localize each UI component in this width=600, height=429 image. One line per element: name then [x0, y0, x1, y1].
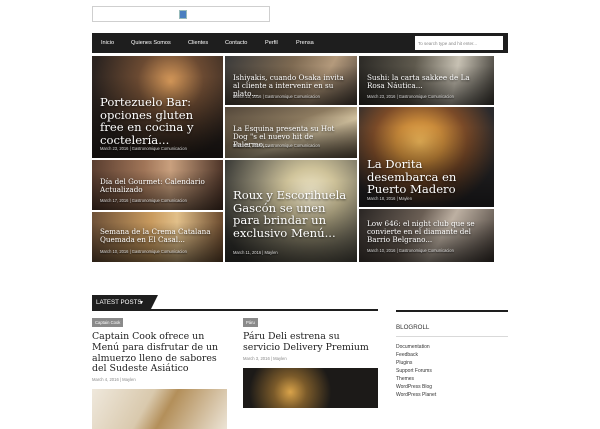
featured-post-title[interactable]: Sushi: la carta sakkee de La Rosa Náutic… [367, 74, 488, 90]
category-tag[interactable]: Páru [243, 318, 258, 327]
blogroll-link[interactable]: Plugins [396, 360, 412, 366]
category-tag[interactable]: Captain Cook [92, 318, 124, 327]
caret-down-icon[interactable]: ▼ [139, 295, 144, 311]
nav-item-perfil[interactable]: Perfil [265, 33, 278, 53]
blogroll-link[interactable]: WordPress Blog [396, 384, 432, 390]
featured-post-meta: March 10, 2016 | Gastronomique Comunicac… [367, 248, 454, 253]
featured-post-card[interactable]: Ishiyakis, cuando Osaka invita al client… [225, 56, 357, 105]
featured-post-card[interactable]: Low 646: el night club que se convierte … [359, 209, 494, 262]
post-meta: March 3, 2016 | Maylen [243, 356, 287, 361]
featured-post-meta: March 23, 2016 | Gastronomique Comunicac… [367, 94, 454, 99]
blogroll-link[interactable]: Themes [396, 376, 414, 382]
featured-post-title[interactable]: La Dorita desembarca en Puerto Madero [367, 158, 488, 196]
featured-post-meta: March 10, 2016 | Gastronomique Comunicac… [100, 249, 187, 254]
featured-post-card[interactable]: Roux y Escorihuela Gascón se unen para b… [225, 160, 357, 262]
nav-item-inicio[interactable]: Inicio [101, 33, 114, 53]
post-image[interactable] [243, 368, 378, 408]
post-meta: March 4, 2016 | Maylen [92, 377, 136, 382]
post-title[interactable]: Captain Cook ofrece un Menú para disfrut… [92, 331, 232, 375]
featured-post-title[interactable]: Low 646: el night club que se convierte … [367, 220, 488, 243]
featured-post-meta: March 11, 2016 | Maylen [233, 250, 278, 255]
divider [396, 336, 508, 337]
divider [396, 310, 508, 312]
blogroll-link[interactable]: Support Forums [396, 368, 432, 374]
post-image[interactable] [92, 389, 227, 429]
featured-post-meta: March 23, 2016 | Gastronomique Comunicac… [100, 146, 187, 151]
featured-post-meta: March 23, 2016 | Gastronomique Comunicac… [233, 94, 320, 99]
featured-post-card[interactable]: Sushi: la carta sakkee de La Rosa Náutic… [359, 56, 494, 105]
blogroll-title: BLOGROLL [396, 324, 430, 331]
latest-posts-header: LATEST POSTS ▼ [92, 295, 378, 311]
featured-grid: Portezuelo Bar: opciones gluten free en … [92, 56, 494, 262]
blogroll-link[interactable]: Feedback [396, 352, 418, 358]
featured-post-title[interactable]: Roux y Escorihuela Gascón se unen para b… [233, 189, 351, 239]
featured-post-title[interactable]: Día del Gourmet: Calendario Actualizado [100, 178, 217, 194]
nav-item-prensa[interactable]: Prensa [296, 33, 314, 53]
search-input[interactable] [415, 36, 503, 50]
featured-post-title[interactable]: Portezuelo Bar: opciones gluten free en … [100, 96, 217, 146]
featured-post-card[interactable]: Día del Gourmet: Calendario Actualizado … [92, 160, 223, 210]
featured-post-card[interactable]: Semana de la Crema Catalana Quemada en E… [92, 212, 223, 262]
nav-item-contacto[interactable]: Contacto [225, 33, 247, 53]
featured-post-card[interactable]: La Esquina presenta su Hot Dog "s el nue… [225, 107, 357, 158]
featured-post-meta: March 17, 2016 | Gastronomique Comunicac… [100, 198, 187, 203]
latest-posts-title: LATEST POSTS [96, 299, 142, 306]
featured-post-title[interactable]: Semana de la Crema Catalana Quemada en E… [100, 228, 217, 244]
post-title[interactable]: Páru Deli estrena su servicio Delivery P… [243, 331, 378, 354]
featured-post-meta: March 22, 2016 | Gastronomique Comunicac… [233, 143, 320, 148]
broken-image-icon [179, 10, 187, 19]
nav-item-clientes[interactable]: Clientes [188, 33, 208, 53]
featured-post-card[interactable]: Portezuelo Bar: opciones gluten free en … [92, 56, 223, 158]
featured-post-card[interactable]: La Dorita desembarca en Puerto Madero Ma… [359, 107, 494, 207]
site-logo-placeholder[interactable] [92, 6, 270, 22]
featured-post-meta: March 18, 2016 | Maylen [367, 196, 412, 201]
nav-item-quienes-somos[interactable]: Quienes Somos [131, 33, 171, 53]
main-navigation: Inicio Quienes Somos Clientes Contacto P… [92, 33, 508, 53]
blogroll-link[interactable]: WordPress Planet [396, 392, 436, 398]
blogroll-link[interactable]: Documentation [396, 344, 430, 350]
